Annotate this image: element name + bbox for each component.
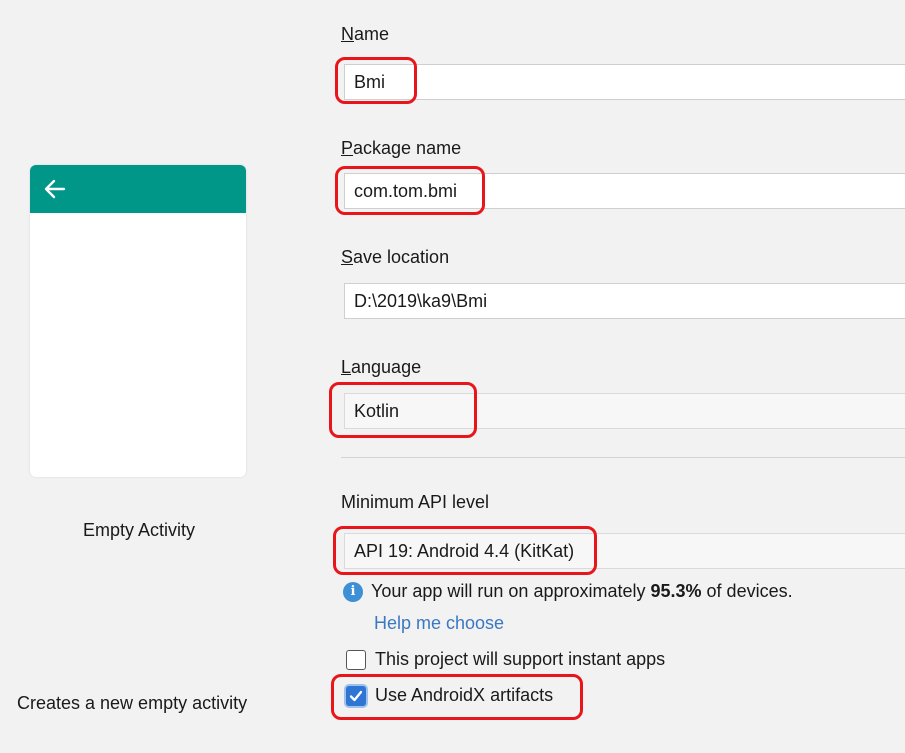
androidx-highlight [331, 674, 583, 720]
name-label: Name [341, 24, 390, 44]
min-api-highlight [333, 526, 597, 575]
name-field[interactable]: Bmi [344, 64, 905, 100]
language-highlight [329, 382, 477, 438]
name-highlight [335, 57, 417, 104]
save-location-field[interactable]: D:\2019\ka9\Bmi [344, 283, 905, 319]
preview-toolbar [30, 165, 246, 213]
help-me-choose-link[interactable]: Help me choose [374, 613, 504, 634]
arrow-left-icon [44, 179, 66, 199]
section-divider [341, 457, 905, 458]
info-icon: i [343, 582, 363, 602]
package-name-highlight [335, 166, 485, 215]
device-coverage-text: Your app will run on approximately 95.3%… [371, 581, 793, 601]
instant-apps-label: This project will support instant apps [375, 649, 666, 669]
language-label: Language [341, 357, 422, 377]
package-name-label: Package name [341, 138, 462, 158]
save-location-label: Save location [341, 247, 450, 267]
template-name: Empty Activity [82, 520, 196, 540]
instant-apps-checkbox[interactable] [346, 650, 366, 670]
template-description: Creates a new empty activity [17, 693, 248, 713]
min-api-label: Minimum API level [341, 492, 490, 512]
activity-preview-card [30, 165, 246, 477]
